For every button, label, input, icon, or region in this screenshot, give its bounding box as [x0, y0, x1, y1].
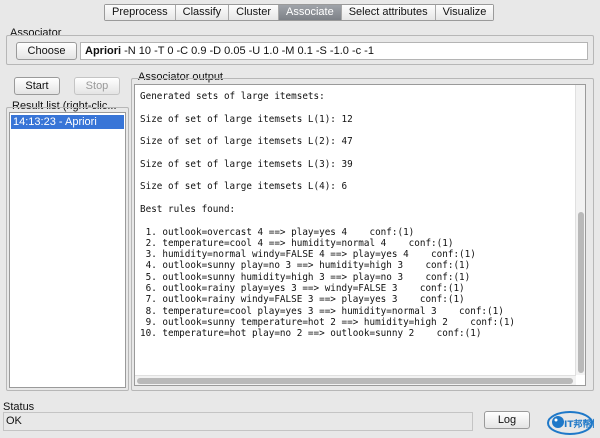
output-line: 1. outlook=overcast 4 ==> play=yes 4 con… — [140, 226, 415, 238]
output-line: 8. temperature=cool play=yes 3 ==> humid… — [140, 305, 504, 317]
output-line: 3. humidity=normal windy=FALSE 4 ==> pla… — [140, 249, 476, 261]
output-line: 9. outlook=sunny temperature=hot 2 ==> h… — [140, 316, 516, 328]
associator-config-field[interactable]: Apriori -N 10 -T 0 -C 0.9 -D 0.05 -U 1.0… — [80, 42, 588, 60]
choose-button[interactable]: Choose — [16, 42, 77, 60]
tab-visualize[interactable]: Visualize — [435, 5, 494, 20]
stop-button: Stop — [74, 77, 120, 95]
output-line: Size of set of large itemsets L(1): 12 — [140, 113, 353, 125]
tab-bar: Preprocess Classify Cluster Associate Select… — [104, 4, 495, 21]
output-line: 4. outlook=sunny play=no 3 ==> humidity=… — [140, 260, 471, 272]
output-lines: Generated sets of large itemsets: Size of… — [140, 91, 570, 340]
log-button[interactable]: Log — [484, 411, 530, 429]
output-line: 10. temperature=hot play=no 2 ==> outloo… — [140, 328, 482, 340]
output-line: Best rules found: — [140, 203, 236, 215]
result-list-item[interactable]: 14:13:23 - Apriori — [11, 115, 124, 129]
output-line: 7. outlook=rainy windy=FALSE 3 ==> play=… — [140, 294, 465, 306]
output-line: 5. outlook=sunny humidity=high 3 ==> pla… — [140, 271, 471, 283]
output-line: Generated sets of large itemsets: — [140, 91, 325, 102]
output-line: Size of set of large itemsets L(4): 6 — [140, 181, 348, 193]
vertical-scrollbar[interactable] — [575, 85, 585, 375]
tab-cluster[interactable]: Cluster — [229, 5, 279, 20]
output-line: Size of set of large itemsets L(2): 47 — [140, 136, 353, 148]
tab-select-attributes[interactable]: Select attributes — [341, 5, 436, 20]
output-line: 6. outlook=rainy play=yes 3 ==> windy=FA… — [140, 283, 465, 295]
algorithm-name: Apriori — [85, 45, 122, 57]
output-line: Size of set of large itemsets L(3): 39 — [140, 158, 353, 170]
output-line: 2. temperature=cool 4 ==> humidity=norma… — [140, 237, 454, 249]
horizontal-scroll-thumb[interactable] — [137, 378, 573, 384]
tab-classify[interactable]: Classify — [175, 5, 230, 20]
tab-preprocess[interactable]: Preprocess — [105, 5, 176, 20]
vertical-scroll-thumb[interactable] — [578, 212, 584, 373]
logo-text: IT邦帮忙 — [564, 418, 594, 430]
weka-bird-logo-icon: IT邦帮忙 — [546, 408, 600, 436]
algorithm-options: -N 10 -T 0 -C 0.9 -D 0.05 -U 1.0 -M 0.1 … — [124, 45, 374, 57]
horizontal-scrollbar[interactable] — [135, 375, 576, 385]
associator-output-text[interactable]: Generated sets of large itemsets: Size of… — [134, 84, 586, 386]
tab-associate[interactable]: Associate — [279, 5, 342, 20]
start-button[interactable]: Start — [14, 77, 60, 95]
result-list[interactable]: 14:13:23 - Apriori — [9, 112, 126, 388]
status-field: OK — [3, 412, 473, 431]
status-text: OK — [6, 415, 22, 427]
